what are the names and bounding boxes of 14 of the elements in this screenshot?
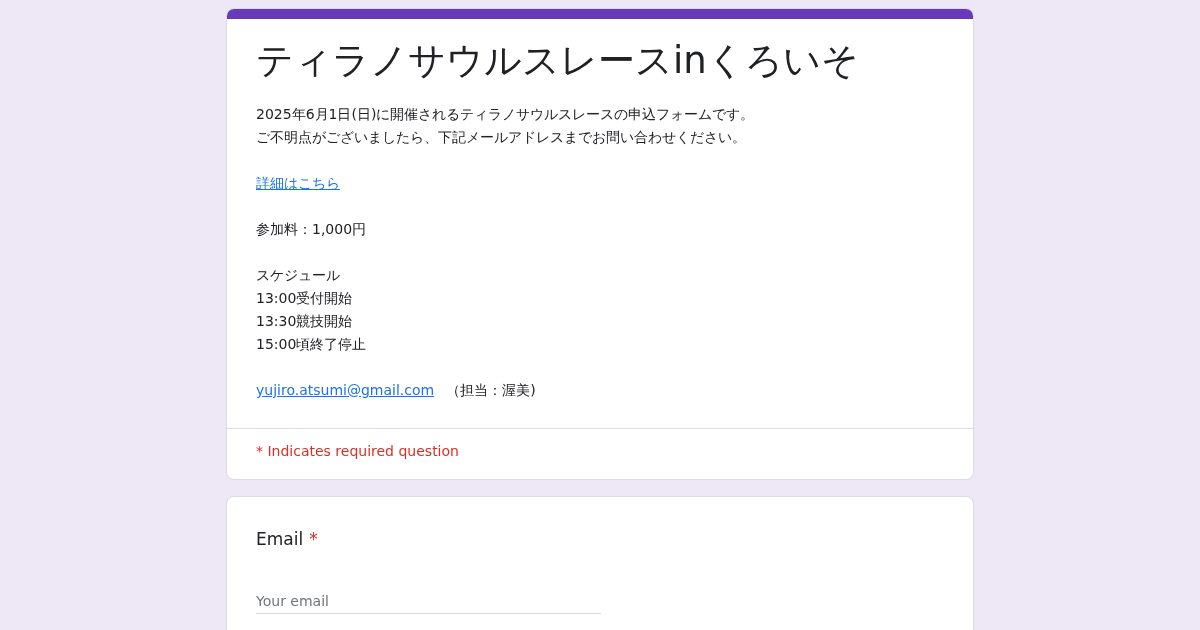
description-line: 参加料：1,000円 (256, 220, 368, 239)
details-link[interactable]: 詳細はこちら (256, 175, 340, 191)
description-line: 13:00受付開始 (256, 289, 354, 308)
description-line: スケジュール (256, 266, 341, 285)
description-line: 2025年6月1日(日)に開催されるティラノサウルスレースの申込フォームです。 (256, 105, 756, 124)
description-line: ご不明点がございましたら、下記メールアドレスまでお問い合わせください。 (256, 128, 747, 147)
description-line: 13:30競技開始 (256, 312, 354, 331)
question-label: Email (256, 528, 304, 551)
description-line: 15:00頃終了停止 (256, 335, 368, 354)
form-title: ティラノサウルスレースinくろいそ (256, 38, 860, 84)
contact-note: （担当：渥美) (446, 382, 536, 398)
required-note: * Indicates required question (255, 442, 460, 461)
email-link[interactable]: yujiro.atsumi@gmail.com (256, 382, 435, 398)
required-mark: * (309, 528, 318, 551)
